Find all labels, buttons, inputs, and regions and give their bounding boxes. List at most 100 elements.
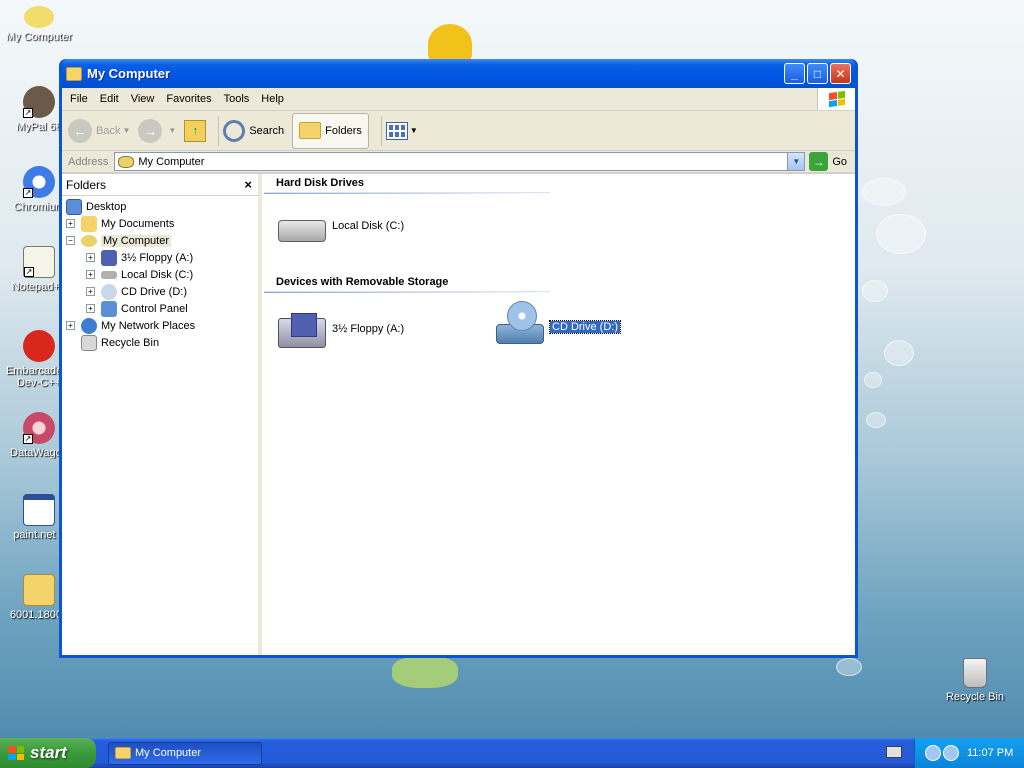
forward-button[interactable]: → ▼ <box>138 118 176 143</box>
desktop-icon-label: My Computer <box>5 31 73 43</box>
expand-icon[interactable]: + <box>86 304 95 313</box>
network-tray-icon[interactable] <box>925 745 941 761</box>
tree-item-network-places[interactable]: + My Network Places <box>62 317 258 334</box>
desktop-icon-recycle-bin[interactable]: Recycle Bin <box>938 658 1012 703</box>
menu-file[interactable]: File <box>64 93 94 105</box>
paint-net-icon <box>23 494 55 526</box>
group-header-removable-storage: Devices with Removable Storage <box>264 276 550 293</box>
shortcut-arrow-icon: ↗ <box>23 434 33 444</box>
drive-floppy-a[interactable]: 3½ Floppy (A:) <box>278 310 404 348</box>
address-input[interactable]: My Computer ▼ <box>114 152 806 171</box>
wallpaper-bubble <box>876 214 926 254</box>
drive-label: CD Drive (D:) <box>549 320 621 334</box>
recycle-bin-icon <box>81 334 97 351</box>
close-icon[interactable]: × <box>244 177 252 192</box>
chevron-down-icon[interactable]: ▼ <box>122 126 130 135</box>
title-bar[interactable]: My Computer _ □ ✕ <box>62 59 855 88</box>
tree-item-label: 3½ Floppy (A:) <box>121 251 194 264</box>
expand-icon[interactable]: + <box>86 270 95 279</box>
menu-favorites[interactable]: Favorites <box>160 93 217 105</box>
tree-item-control-panel[interactable]: + Control Panel <box>62 300 258 317</box>
tree-item-cd-drive[interactable]: + CD Drive (D:) <box>62 283 258 300</box>
collapse-icon[interactable]: − <box>66 236 75 245</box>
close-button[interactable]: ✕ <box>830 63 851 84</box>
tree-item-recycle-bin[interactable]: Recycle Bin <box>62 334 258 351</box>
taskbar-button-my-computer[interactable]: My Computer <box>108 741 262 765</box>
back-label: Back <box>96 124 121 137</box>
go-button[interactable]: → Go <box>809 152 847 171</box>
start-button[interactable]: start <box>0 738 96 768</box>
window-client: File Edit View Favorites Tools Help ← Ba… <box>62 88 855 655</box>
search-icon <box>223 119 246 142</box>
drive-local-disk-c[interactable]: Local Disk (C:) <box>278 210 404 242</box>
explorer-window: My Computer _ □ ✕ File Edit View Favorit… <box>59 59 858 658</box>
start-label: start <box>30 743 67 762</box>
folders-button[interactable]: Folders <box>292 112 369 149</box>
desktop-icon-my-computer[interactable]: My Computer <box>3 6 75 43</box>
folders-pane-title: Folders <box>66 177 107 192</box>
raccoon-icon: ↗ <box>23 86 55 118</box>
expand-icon[interactable]: + <box>86 287 95 296</box>
views-button[interactable]: ▼ <box>385 121 418 140</box>
tree-item-my-documents[interactable]: + My Documents <box>62 215 258 232</box>
forward-arrow-icon: → <box>138 118 163 143</box>
maximize-button[interactable]: □ <box>807 63 828 84</box>
folders-label: Folders <box>325 124 362 137</box>
views-icon <box>385 121 408 140</box>
chevron-down-icon[interactable]: ▼ <box>410 126 418 135</box>
chevron-down-icon[interactable]: ▼ <box>168 126 176 135</box>
folder-tree: Desktop + My Documents − My Computer + 3… <box>62 196 258 351</box>
my-computer-icon <box>81 234 97 247</box>
tree-item-floppy[interactable]: + 3½ Floppy (A:) <box>62 249 258 266</box>
tree-item-local-disk[interactable]: + Local Disk (C:) <box>62 266 258 283</box>
keyboard-icon[interactable] <box>886 746 902 758</box>
tree-item-label: Local Disk (C:) <box>121 268 194 281</box>
minimize-button[interactable]: _ <box>784 63 805 84</box>
tree-item-desktop[interactable]: Desktop <box>62 198 258 215</box>
wallpaper-bubble <box>862 280 888 302</box>
wallpaper-bubble <box>836 658 862 676</box>
chevron-down-icon[interactable]: ▼ <box>787 153 805 170</box>
window-title: My Computer <box>87 66 171 81</box>
my-computer-icon <box>118 155 135 168</box>
group-header-hard-disk-drives: Hard Disk Drives <box>264 177 550 194</box>
tree-item-label: Control Panel <box>121 302 188 315</box>
search-label: Search <box>249 124 285 137</box>
cd-drive-icon <box>101 283 117 300</box>
taskbar-button-label: My Computer <box>135 747 202 759</box>
address-label: Address <box>68 155 109 168</box>
iso-file-icon <box>23 574 55 606</box>
desktop-icon <box>66 198 82 215</box>
hard-disk-icon <box>278 220 326 242</box>
tree-item-label: Desktop <box>86 200 127 213</box>
floppy-drive-icon <box>101 249 117 266</box>
menu-tools[interactable]: Tools <box>218 93 256 105</box>
windows-logo-icon <box>817 88 855 110</box>
menu-help[interactable]: Help <box>255 93 290 105</box>
tree-item-label: My Documents <box>101 217 175 230</box>
drive-cd-d[interactable]: CD Drive (D:) <box>496 301 621 344</box>
folders-pane-header: Folders × <box>62 174 258 196</box>
my-documents-icon <box>81 215 97 232</box>
clock[interactable]: 11:07 PM <box>967 747 1013 759</box>
cd-drive-icon <box>496 301 544 344</box>
hard-disk-icon <box>101 270 117 279</box>
desktop-icon-label: Recycle Bin <box>945 691 1005 703</box>
expand-icon[interactable]: + <box>66 321 75 330</box>
tree-item-label: My Network Places <box>101 319 196 332</box>
back-button[interactable]: ← Back ▼ <box>68 118 130 143</box>
shortcut-arrow-icon: ↗ <box>23 188 33 198</box>
tree-item-label: My Computer <box>101 234 172 247</box>
shortcut-arrow-icon: ↗ <box>23 108 33 118</box>
up-button[interactable]: ↑ <box>184 119 207 142</box>
volume-tray-icon[interactable] <box>943 745 959 761</box>
windows-logo-icon <box>8 746 24 760</box>
content-pane: Hard Disk Drives Local Disk (C:) Devices… <box>262 174 855 655</box>
search-button[interactable]: Search <box>223 119 285 142</box>
expand-icon[interactable]: + <box>66 219 75 228</box>
expand-icon[interactable]: + <box>86 253 95 262</box>
tree-item-my-computer[interactable]: − My Computer <box>62 232 258 249</box>
floppy-drive-icon <box>278 313 326 348</box>
menu-view[interactable]: View <box>125 93 161 105</box>
menu-edit[interactable]: Edit <box>94 93 125 105</box>
